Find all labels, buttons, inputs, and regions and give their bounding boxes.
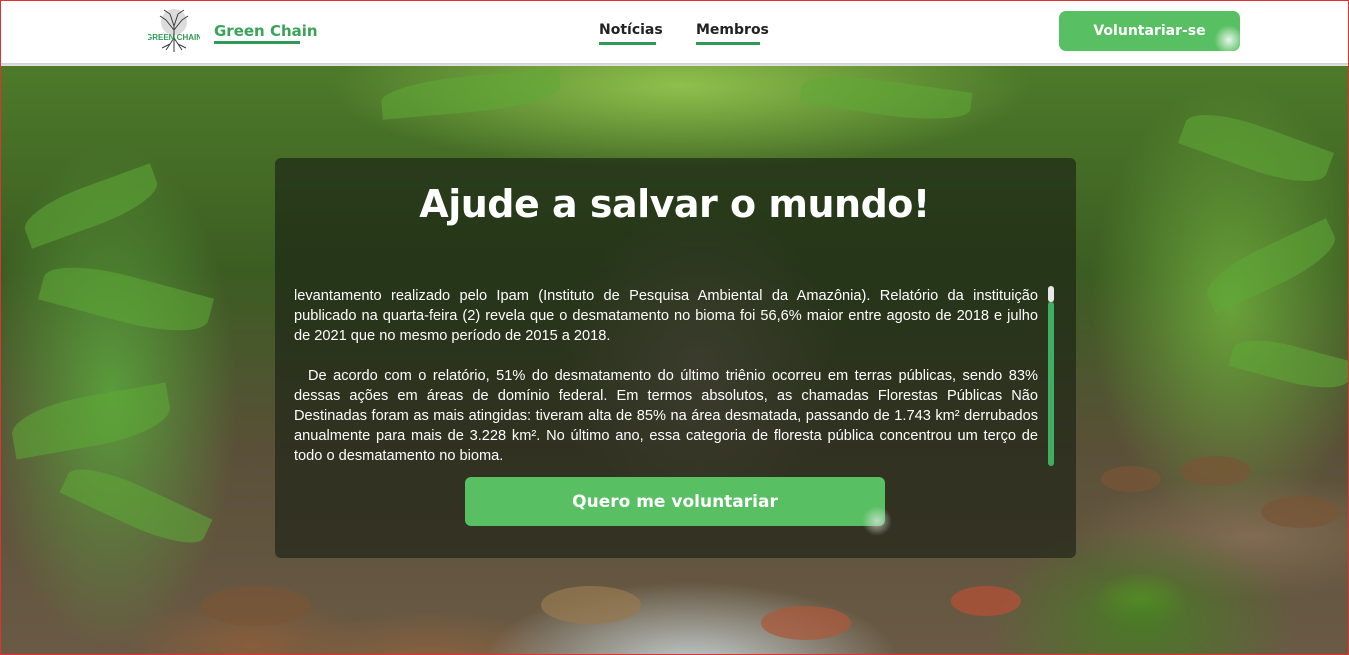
tree-logo-icon: GREEN CHAIN [146,9,202,52]
nav-membros-underline [696,42,760,45]
volunteer-button[interactable]: Voluntariar-se [1059,11,1240,51]
nav-noticias-underline [599,42,656,45]
brand-underline [214,41,300,44]
volunteer-cta-button[interactable]: Quero me voluntariar [465,477,885,526]
logo-text: GREEN CHAIN [148,33,200,42]
article-scrollbar-up[interactable] [1048,286,1054,302]
cursor-glow [862,506,892,536]
nav-noticias[interactable]: Notícias [599,22,663,38]
article-paragraph: levantamento realizado pelo Ipam (Instit… [294,288,1038,344]
green-chain-logo[interactable]: GREEN CHAIN [146,6,202,56]
article-scrollbar-thumb[interactable] [1048,302,1054,466]
brand-link[interactable]: Green Chain [214,22,318,40]
cursor-glow [1214,25,1244,55]
nav-membros[interactable]: Membros [696,22,769,38]
article-paragraph: De acordo com o relatório, 51% do desmat… [294,368,1038,464]
hero-title: Ajude a salvar o mundo! [419,182,930,226]
article-text[interactable]: levantamento realizado pelo Ipam (Instit… [294,286,1038,466]
